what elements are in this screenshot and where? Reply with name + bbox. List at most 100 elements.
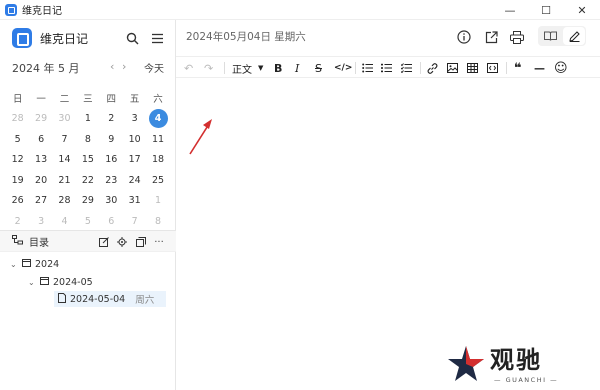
calendar-day-number: 16 [105, 154, 118, 166]
calendar-day-number: 11 [151, 133, 165, 145]
chevron-down-icon[interactable]: ⌄ [28, 278, 38, 287]
calendar-day-number: 28 [58, 195, 71, 207]
annotation-arrow [189, 119, 212, 155]
calendar-day[interactable]: 8 [76, 134, 99, 145]
menu-icon[interactable] [147, 28, 167, 48]
calendar-weekday: 二 [59, 94, 70, 106]
calendar-day-number: 1 [84, 113, 91, 125]
calendar-day[interactable]: 28 [53, 195, 76, 206]
calendar-day-number: 3 [38, 215, 45, 227]
calendar-day-number: 7 [61, 133, 68, 145]
calendar-day[interactable]: 7 [53, 134, 76, 145]
close-button[interactable]: ✕ [564, 0, 600, 20]
calendar-day-number: 23 [105, 174, 118, 186]
calendar-day-number: 10 [128, 133, 141, 145]
calendar-day[interactable]: 15 [76, 154, 99, 165]
calendar-day[interactable]: 17 [123, 154, 146, 165]
tree-item-2024-05[interactable]: ⌄ 2024-05 [28, 274, 170, 290]
minimize-button[interactable]: — [492, 0, 528, 20]
calendar-day-number: 25 [151, 174, 165, 186]
calendar-day[interactable]: 22 [76, 175, 99, 186]
locate-icon[interactable] [115, 235, 129, 249]
calendar-icon [40, 276, 49, 288]
calendar-day[interactable]: 8 [146, 216, 169, 227]
tree-item-weekday: 周六 [135, 295, 155, 306]
calendar-day-number: 22 [81, 174, 94, 186]
brand: 维克日记 [12, 28, 88, 48]
calendar-day-number: 9 [108, 133, 115, 145]
calendar-day[interactable]: 20 [29, 175, 52, 186]
calendar-day[interactable]: 23 [100, 175, 123, 186]
calendar-day[interactable]: 12 [6, 154, 29, 165]
calendar-day[interactable]: 25 [146, 175, 169, 186]
calendar-day[interactable]: 9 [100, 134, 123, 145]
calendar-day-number: 29 [35, 113, 48, 125]
calendar-day[interactable]: 14 [53, 154, 76, 165]
calendar-day[interactable]: 6 [29, 134, 52, 145]
calendar-day[interactable]: 27 [29, 195, 52, 206]
today-button[interactable]: 今天 [144, 60, 164, 75]
more-icon[interactable]: ··· [152, 235, 166, 249]
next-month-button[interactable]: › [122, 60, 126, 73]
calendar-day[interactable]: 16 [100, 154, 123, 165]
calendar-day[interactable]: 28 [6, 113, 29, 124]
window-title: 维克日记 [22, 6, 62, 17]
calendar-weekday: 五 [129, 94, 140, 106]
chevron-down-icon[interactable]: ⌄ [10, 260, 20, 269]
watermark-subtext: — GUANCHI — [494, 376, 559, 384]
tree-item-2024[interactable]: ⌄ 2024 [10, 256, 170, 272]
calendar-day[interactable]: 31 [123, 195, 146, 206]
calendar-day[interactable]: 30 [100, 195, 123, 206]
brand-logo-icon [12, 28, 32, 48]
calendar-week-row: 26 27 28 29 30 31 1 [6, 191, 170, 212]
calendar-day[interactable]: 18 [146, 154, 169, 165]
calendar-day-number: 5 [14, 133, 21, 145]
collapse-icon[interactable] [134, 235, 148, 249]
calendar-day[interactable]: 1 [146, 195, 169, 206]
calendar-day[interactable]: 5 [6, 134, 29, 145]
directory-label: 目录 [29, 237, 49, 249]
calendar-day-number: 30 [105, 195, 118, 207]
calendar-day[interactable]: 4 [53, 216, 76, 227]
calendar-day[interactable]: 29 [76, 195, 99, 206]
watermark-text: 观驰 [490, 346, 542, 374]
calendar-day[interactable]: 29 [29, 113, 52, 124]
calendar-day-number: 8 [84, 133, 91, 145]
document-icon [58, 292, 66, 306]
calendar-day[interactable]: 11 [146, 134, 169, 145]
calendar-day[interactable]: 2 [100, 113, 123, 124]
calendar-day[interactable]: 7 [123, 216, 146, 227]
calendar-day[interactable]: 6 [100, 216, 123, 227]
calendar-weekday: 三 [83, 94, 93, 106]
calendar-day-number: 20 [35, 174, 48, 186]
main-panel: 2024年05月04日 星期六 ↶ ↷ 正文 ▼ B I S </> ❝ — ☺ [176, 20, 600, 390]
tree-item-label: 2024-05-04 [70, 293, 126, 305]
calendar-day[interactable]: 19 [6, 175, 29, 186]
calendar-week-row: 12 13 14 15 16 17 18 [6, 150, 170, 171]
calendar-week-row: 19 20 21 22 23 24 25 [6, 170, 170, 191]
calendar-day[interactable]: 13 [29, 154, 52, 165]
calendar-day[interactable]: 10 [123, 134, 146, 145]
prev-month-button[interactable]: ‹ [110, 60, 114, 73]
calendar-day-number: 3 [131, 113, 138, 125]
calendar-weekday-row: 日 一 二 三 四五 六 [6, 88, 170, 109]
calendar-day[interactable]: 1 [76, 113, 99, 124]
calendar-day[interactable]: 24 [123, 175, 146, 186]
calendar-day[interactable]: 3 [123, 113, 146, 124]
calendar-month-label: 2024 年 5 月 [12, 62, 80, 75]
calendar-day[interactable]: 26 [6, 195, 29, 206]
calendar-day[interactable]: 3 [29, 216, 52, 227]
calendar-day[interactable]: 2 [6, 216, 29, 227]
calendar-day[interactable]: 5 [76, 216, 99, 227]
calendar-day-selected[interactable]: 4 [146, 109, 169, 129]
calendar-day[interactable]: 30 [53, 113, 76, 124]
tree-item-2024-05-04[interactable]: 2024-05-04 周六 [54, 291, 166, 307]
maximize-button[interactable]: ☐ [528, 0, 564, 20]
edit-icon[interactable] [97, 235, 111, 249]
search-icon[interactable] [122, 28, 142, 48]
tree-item-label: 2024-05 [53, 276, 93, 288]
calendar-day-number: 7 [131, 215, 138, 227]
calendar-day-number: 2 [14, 215, 21, 227]
calendar-day[interactable]: 21 [53, 175, 76, 186]
calendar-day-number: 5 [84, 215, 91, 227]
